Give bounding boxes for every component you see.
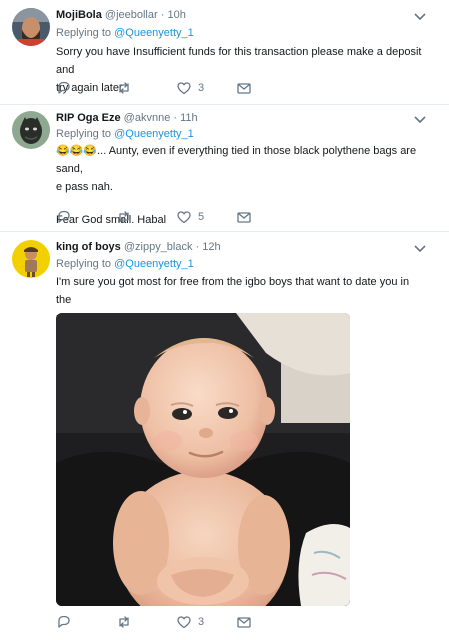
reply-mention-link[interactable]: @Queenyetty_1 — [114, 27, 194, 39]
like-count: 3 — [198, 616, 205, 628]
user-handle[interactable]: @zippy_black — [124, 241, 193, 253]
message-button[interactable] — [236, 614, 252, 630]
tweet-1[interactable]: MojiBola @jeebollar · 10h Replying to @Q… — [0, 0, 449, 104]
tweet-header: RIP Oga Eze @akvnne · 11h — [56, 112, 198, 124]
user-handle[interactable]: @jeebollar — [105, 9, 158, 21]
timestamp[interactable]: 11h — [180, 112, 198, 124]
retweet-button[interactable] — [116, 80, 138, 96]
chevron-down-icon[interactable] — [413, 12, 427, 22]
like-button[interactable]: 5 — [176, 209, 204, 225]
message-button[interactable] — [236, 80, 252, 96]
tweet-3[interactable]: king of boys @zippy_black · 12h Replying… — [0, 232, 449, 640]
separator: · — [173, 112, 178, 124]
reply-button[interactable] — [56, 209, 78, 225]
avatar[interactable] — [12, 111, 50, 149]
tweet-actions: 5 — [56, 209, 256, 225]
emoji-laughing: 😂😂😂 — [56, 145, 98, 157]
retweet-icon — [119, 82, 129, 94]
reply-button[interactable] — [56, 614, 78, 630]
tweet-2[interactable]: RIP Oga Eze @akvnne · 11h Replying to @Q… — [0, 105, 449, 231]
message-button[interactable] — [236, 209, 252, 225]
replying-label: Replying to — [56, 258, 112, 270]
reply-icon — [58, 81, 70, 94]
replying-label: Replying to — [56, 128, 112, 140]
envelope-icon — [237, 617, 251, 628]
retweet-button[interactable] — [116, 614, 138, 630]
display-name[interactable]: king of boys — [56, 241, 121, 253]
retweet-icon — [119, 211, 129, 223]
tweet-photo-baby[interactable] — [56, 313, 350, 606]
tweet-text-line: 😂😂😂... Aunty, even if everything tied in… — [56, 142, 426, 178]
envelope-icon — [237, 212, 251, 223]
tweet-actions: 3 — [56, 80, 256, 96]
tweet-text-line: I'm sure you got most for free from the … — [56, 276, 410, 306]
avatar[interactable] — [12, 8, 50, 46]
display-name[interactable]: RIP Oga Eze — [56, 112, 121, 124]
timestamp[interactable]: 10h — [167, 9, 185, 21]
heart-icon — [177, 82, 191, 95]
like-count: 3 — [198, 82, 205, 94]
reply-button[interactable] — [56, 80, 78, 96]
retweet-button[interactable] — [116, 209, 138, 225]
retweet-icon — [119, 616, 129, 628]
like-button[interactable]: 3 — [176, 614, 204, 630]
chevron-down-icon[interactable] — [413, 115, 427, 125]
user-handle[interactable]: @akvnne — [124, 112, 171, 124]
tweet-actions: 3 — [56, 614, 256, 630]
tweet-text-line: Sorry you have Insufficient funds for th… — [56, 46, 422, 76]
replying-to: Replying to @Queenyetty_1 — [56, 128, 194, 140]
separator: · — [160, 9, 165, 21]
separator: · — [195, 241, 200, 253]
envelope-icon — [237, 83, 251, 94]
tweet-text-line: e pass nah. — [56, 181, 113, 193]
tweet-header: MojiBola @jeebollar · 10h — [56, 9, 186, 21]
heart-icon — [177, 616, 191, 629]
tweet-header: king of boys @zippy_black · 12h — [56, 241, 221, 253]
like-count: 5 — [198, 211, 205, 223]
tweet-text-segment: ... Aunty, even if everything tied in th… — [56, 145, 417, 175]
replying-to: Replying to @Queenyetty_1 — [56, 27, 194, 39]
reply-icon — [58, 210, 70, 223]
heart-icon — [177, 211, 191, 224]
replying-to: Replying to @Queenyetty_1 — [56, 258, 194, 270]
chevron-down-icon[interactable] — [413, 244, 427, 254]
like-button[interactable]: 3 — [176, 80, 204, 96]
reply-icon — [58, 615, 70, 628]
avatar[interactable] — [12, 240, 50, 278]
replying-label: Replying to — [56, 27, 112, 39]
timestamp[interactable]: 12h — [202, 241, 220, 253]
reply-mention-link[interactable]: @Queenyetty_1 — [114, 258, 194, 270]
display-name[interactable]: MojiBola — [56, 9, 102, 21]
reply-mention-link[interactable]: @Queenyetty_1 — [114, 128, 194, 140]
